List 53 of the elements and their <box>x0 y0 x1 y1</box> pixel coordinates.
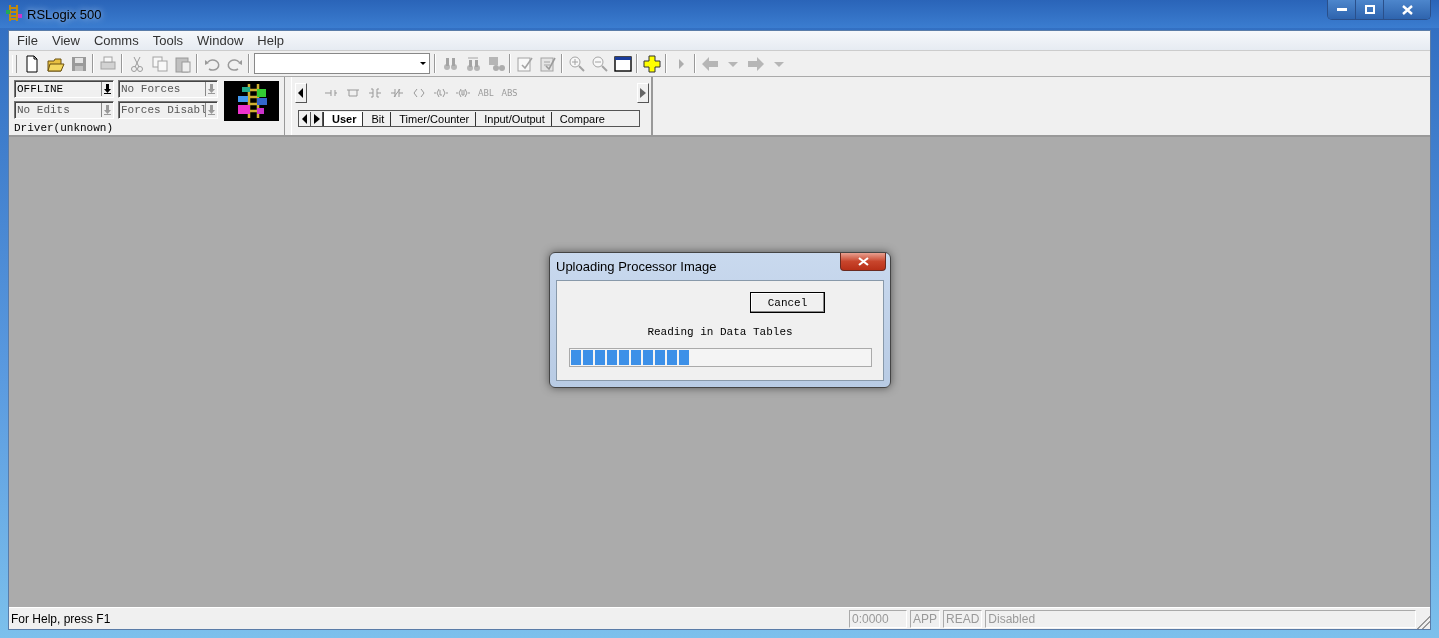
minimize-button[interactable] <box>1328 0 1356 19</box>
cancel-button[interactable]: Cancel <box>750 292 825 313</box>
menu-item[interactable]: Tools <box>145 33 191 48</box>
menu-item[interactable]: View <box>44 33 87 48</box>
plus-icon[interactable] <box>640 52 663 75</box>
contact-icon[interactable] <box>390 87 404 99</box>
right-triangle-icon <box>640 88 646 98</box>
help-text: For Help, press F1 <box>10 611 112 626</box>
driver-label: Driver(unknown) <box>14 122 115 134</box>
resize-grip[interactable] <box>1416 615 1430 629</box>
rung-icon[interactable] <box>324 87 338 99</box>
palette-tab[interactable]: Bit <box>362 112 391 126</box>
menu-item[interactable]: File <box>10 33 45 48</box>
palette-tab[interactable]: Input/Output <box>475 112 551 126</box>
right-triangle-icon <box>313 114 320 124</box>
combo-box[interactable] <box>254 53 430 74</box>
status-pane: READ <box>943 609 983 628</box>
left-triangle-icon <box>301 114 308 124</box>
status-message: Reading in Data Tables <box>647 326 793 338</box>
contact-icon[interactable] <box>368 87 382 99</box>
close-button[interactable] <box>1384 0 1430 19</box>
dialog-title: Uploading Processor Image <box>556 259 717 274</box>
down-arrow-icon <box>207 105 216 115</box>
palette-tab[interactable]: Compare <box>550 112 611 126</box>
window-title: RSLogix 500 <box>27 6 102 22</box>
close-button[interactable] <box>840 253 886 271</box>
status-pane: APP <box>910 609 940 628</box>
menu-item[interactable]: Help <box>250 33 292 48</box>
scroll-left-button[interactable] <box>299 112 311 126</box>
ladder-icon <box>6 3 22 22</box>
down-arrow-icon <box>207 84 216 94</box>
coil-icon[interactable] <box>434 87 448 99</box>
left-triangle-icon <box>298 88 304 98</box>
coil-icon[interactable] <box>412 87 426 99</box>
menu-item[interactable]: Comms <box>86 33 146 48</box>
status-pane: Disabled <box>985 609 1416 628</box>
mode-dropdown[interactable]: OFFLINE <box>14 80 114 98</box>
scroll-right-button[interactable] <box>311 112 323 126</box>
maximize-icon <box>1364 5 1375 14</box>
close-icon <box>857 257 869 266</box>
ladder-logo-icon <box>224 81 279 121</box>
close-icon <box>1401 4 1413 15</box>
down-arrow-icon <box>103 84 112 94</box>
down-arrow-icon <box>103 105 112 115</box>
coil-icon[interactable] <box>456 87 470 99</box>
menu-item[interactable]: Window <box>190 33 251 48</box>
palette-tab[interactable]: User <box>323 112 363 126</box>
palette-tab[interactable]: Timer/Counter <box>390 112 476 126</box>
maximize-button[interactable] <box>1356 0 1384 19</box>
branch-icon[interactable] <box>346 87 360 99</box>
caret-icon <box>420 62 426 65</box>
status-pane: 0:0000 <box>849 609 907 628</box>
minimize-icon <box>1336 7 1347 12</box>
